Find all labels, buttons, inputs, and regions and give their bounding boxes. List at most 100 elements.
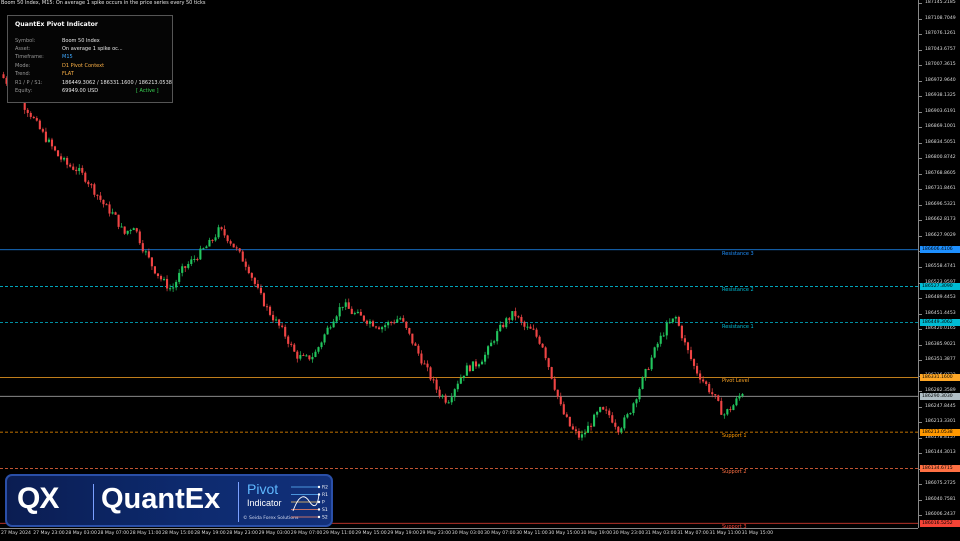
candle-body [172, 287, 175, 289]
candle-body [453, 389, 456, 398]
candle-body [50, 139, 54, 147]
time-tick-label: 31 May 15:00 [741, 531, 774, 536]
candle-body [695, 365, 699, 374]
time-axis[interactable]: 27 May 2024 27 May 23:00 28 May 03:00 28 Ma… [0, 528, 918, 541]
time-tick-label: 31 May 07:00 [677, 531, 709, 536]
candle-body [541, 343, 544, 348]
price-tag: 186527.3090 [920, 282, 960, 290]
price-tick-label: 187145.2185 [919, 0, 956, 5]
candle-body [511, 311, 514, 320]
logo-divider [93, 484, 94, 520]
candle-body [153, 266, 157, 274]
candle-body [641, 377, 644, 389]
candle-body [577, 431, 581, 438]
price-tick-label: 186451.4453 [919, 310, 956, 316]
candle-body [668, 322, 671, 324]
candle-body [532, 328, 535, 330]
candle-body [586, 425, 590, 433]
candle-body [417, 345, 420, 354]
candle-body [317, 347, 320, 352]
candle-body [714, 394, 717, 396]
candle-body [644, 369, 647, 378]
candle-body [120, 226, 123, 228]
candle-body [314, 351, 317, 357]
candle-body [247, 266, 250, 274]
candle-body [559, 396, 562, 405]
candle-body [565, 414, 568, 417]
candle-body [75, 169, 78, 172]
price-tick-label: 186972.9640 [919, 77, 956, 83]
candle-body [420, 353, 423, 364]
candle-body [147, 251, 150, 258]
candle-body [517, 316, 520, 318]
candle-body [741, 394, 744, 396]
candle-body [711, 392, 714, 395]
candle-body [653, 347, 656, 358]
candle-body [635, 399, 638, 404]
candle-body [284, 326, 287, 337]
level-label: Resistance 3 [722, 250, 754, 257]
candle-body [138, 231, 141, 244]
candle-body [178, 272, 181, 282]
price-tick-label: 187007.3615 [919, 62, 956, 68]
candle-body [368, 321, 372, 324]
panel-value-equity: 69949.00 USD [62, 88, 99, 94]
candle-body [456, 383, 459, 390]
candle-body [371, 321, 375, 327]
candle-body [602, 407, 605, 410]
candle-body [671, 318, 674, 323]
candle-body [308, 355, 311, 360]
price-tick-label: 186800.8742 [919, 155, 956, 161]
candle-body [232, 243, 235, 248]
candle-body [199, 248, 202, 260]
time-tick-label: 30 May 07:00 [484, 531, 516, 536]
candle-body [396, 319, 399, 323]
candle-body [93, 184, 96, 195]
time-tick-label: 28 May 23:00 [226, 531, 258, 536]
price-tag: 186449.3062 [920, 319, 960, 327]
candle-body [299, 355, 302, 359]
logo-divider-2 [238, 482, 239, 522]
price-tick-label: 186247.8445 [919, 403, 956, 409]
price-tick-label: 186938.1325 [919, 93, 956, 99]
candle-body [423, 363, 426, 365]
candle-body [296, 351, 299, 359]
price-axis[interactable]: 187145.2185 187108.7049 187076.1261 187043.… [918, 0, 960, 528]
candle-body [44, 131, 47, 142]
candle-body [692, 359, 696, 366]
time-tick-label: 28 May 03:00 [65, 531, 97, 536]
price-tag: 186331.1600 [920, 373, 960, 381]
candle-body [141, 243, 144, 252]
candle-body [520, 316, 523, 322]
candle-body [438, 389, 441, 397]
candle-body [56, 150, 60, 157]
candle-body [535, 329, 538, 337]
candle-body [23, 101, 26, 110]
logo-product-sub: Indicator [247, 498, 282, 508]
candle-body [335, 316, 338, 322]
price-tag: 186290.3030 [920, 392, 960, 400]
diagram-dot [317, 485, 321, 489]
candle-body [344, 302, 347, 307]
candle-body [144, 251, 147, 253]
price-tick-label: 187108.7049 [919, 15, 956, 21]
candle-body [38, 120, 41, 130]
time-tick-label: 30 May 11:00 [516, 531, 548, 536]
candle-body [341, 306, 344, 308]
candle-body [665, 322, 668, 336]
logo-mark: QX [17, 482, 59, 515]
candle-body [738, 395, 741, 399]
panel-label-symbol: Symbol: [15, 38, 36, 44]
candle-body [732, 405, 735, 411]
diagram-level-label: R1 [322, 492, 328, 498]
candle-body [175, 281, 178, 288]
candle-body [2, 74, 5, 79]
candle-body [523, 321, 526, 327]
diagram-price-curve [292, 493, 320, 512]
time-tick-label: 28 May 11:00 [129, 531, 162, 536]
candle-body [599, 407, 602, 412]
candle-body [502, 324, 505, 328]
candle-body [683, 338, 687, 343]
time-tick-label: 27 May 2024 [1, 531, 31, 536]
candle-body [271, 314, 275, 321]
